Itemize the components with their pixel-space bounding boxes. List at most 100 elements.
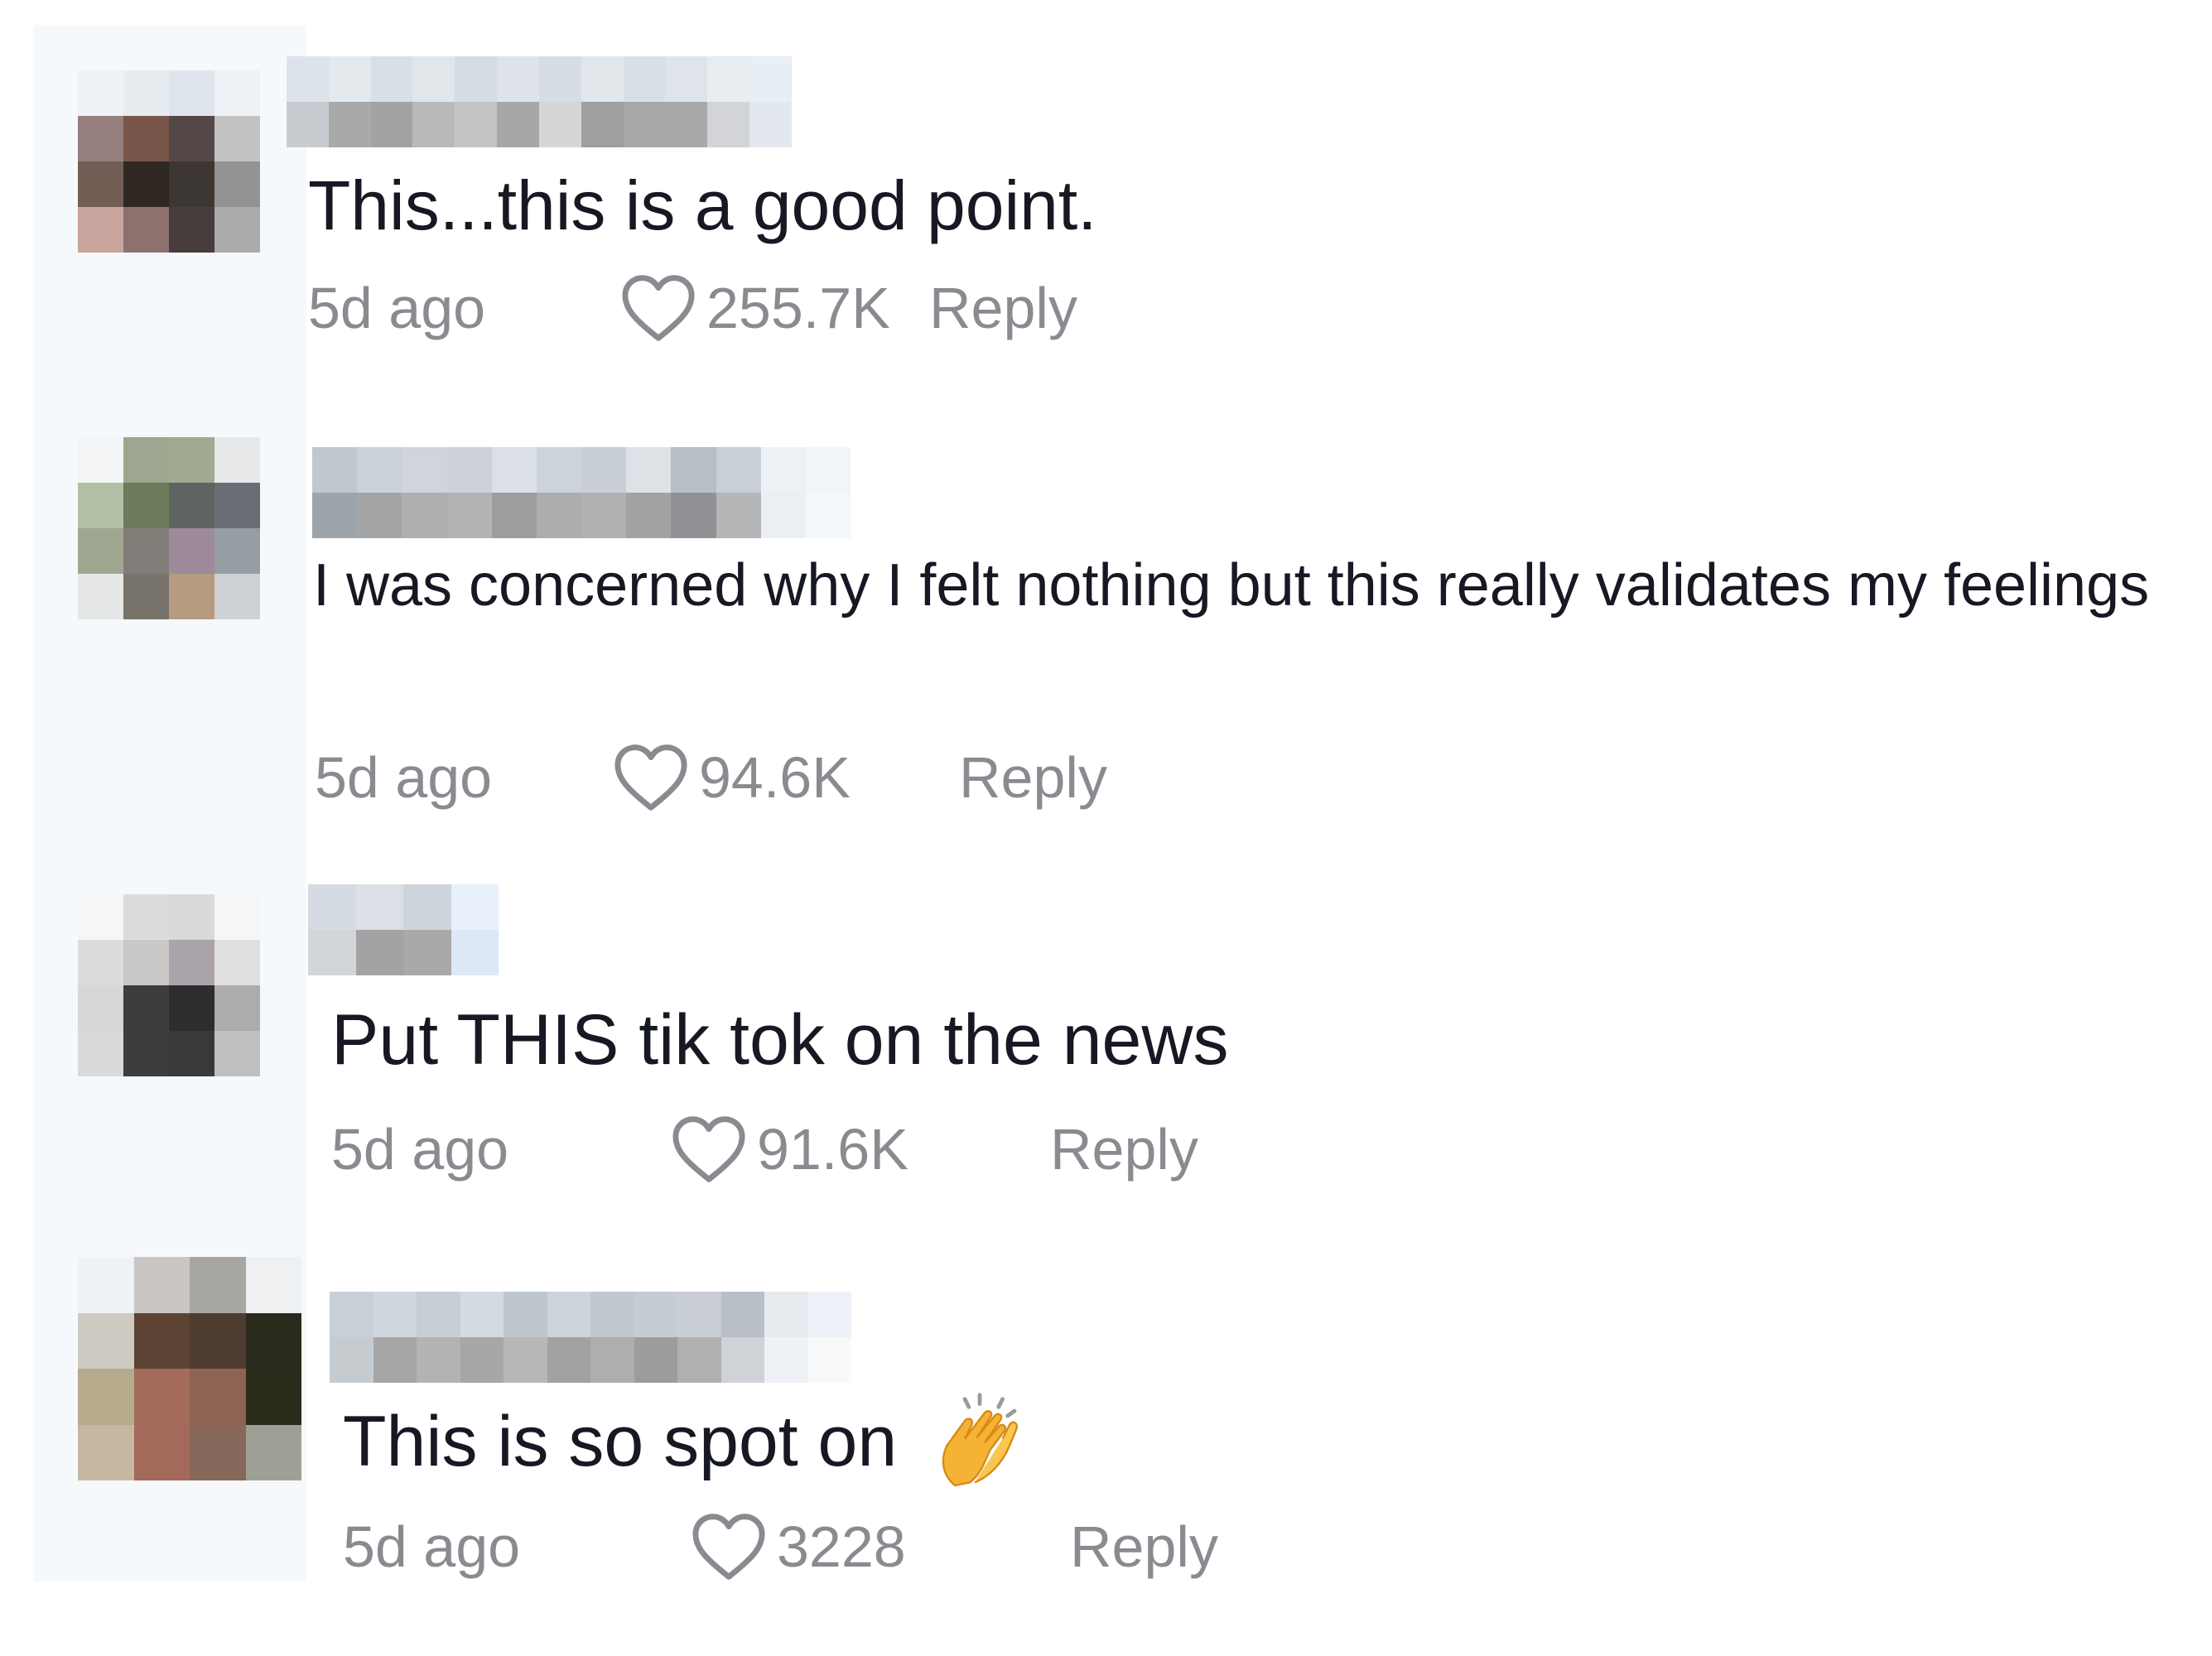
- username-pixel: [736, 930, 784, 975]
- username-pixel: [831, 884, 879, 930]
- avatar-pixel: [78, 985, 123, 1031]
- username-pixel: [499, 930, 547, 975]
- avatar-pixel: [78, 894, 123, 940]
- username-pixel: [536, 493, 581, 538]
- username-pixel: [451, 930, 499, 975]
- avatar-pixel: [214, 1031, 260, 1076]
- like-count: 3228: [777, 1514, 906, 1579]
- username-redacted[interactable]: [308, 884, 879, 975]
- username-pixel: [547, 1337, 590, 1383]
- avatar-pixel: [245, 1424, 301, 1480]
- avatar-pixel: [133, 1424, 190, 1480]
- username-pixel: [760, 493, 806, 538]
- username-redacted[interactable]: [330, 1292, 851, 1383]
- username-pixel: [671, 447, 716, 493]
- username-pixel: [402, 447, 447, 493]
- username-pixel: [805, 447, 851, 493]
- username-pixel: [446, 493, 492, 538]
- reply-button[interactable]: Reply: [1050, 1116, 1198, 1182]
- avatar-pixel: [123, 437, 169, 483]
- avatar-pixel: [78, 1424, 134, 1480]
- avatar-pixel: [169, 1031, 214, 1076]
- username-pixel: [707, 102, 750, 147]
- avatar-pixel: [78, 574, 123, 619]
- username-pixel: [594, 884, 642, 930]
- username-pixel: [749, 56, 792, 102]
- like-button[interactable]: 3228: [689, 1512, 1070, 1581]
- reply-button[interactable]: Reply: [959, 744, 1107, 811]
- avatar-pixel: [169, 483, 214, 528]
- username-pixel: [590, 1337, 634, 1383]
- timestamp: 5d ago: [343, 1514, 521, 1579]
- timestamp: 5d ago: [308, 276, 486, 340]
- username-pixel: [460, 1337, 504, 1383]
- avatar-pixel: [123, 207, 169, 253]
- avatar-pixel: [78, 940, 123, 985]
- username-pixel: [287, 102, 329, 147]
- avatar[interactable]: [78, 437, 260, 619]
- avatar-pixel: [169, 116, 214, 161]
- heart-icon[interactable]: [619, 273, 698, 343]
- heart-icon[interactable]: [611, 743, 691, 812]
- username-pixel: [634, 1292, 677, 1337]
- like-count: 94.6K: [699, 745, 851, 810]
- avatar-pixel: [214, 894, 260, 940]
- avatar-pixel: [123, 528, 169, 574]
- avatar-pixel: [123, 940, 169, 985]
- username-pixel: [446, 447, 492, 493]
- avatar-pixel: [123, 116, 169, 161]
- like-button[interactable]: 91.6K: [669, 1114, 1050, 1184]
- username-pixel: [665, 56, 708, 102]
- username-pixel: [402, 493, 447, 538]
- reply-button[interactable]: Reply: [929, 275, 1077, 341]
- like-button[interactable]: 94.6K: [611, 743, 959, 812]
- avatar-pixel: [78, 1369, 134, 1425]
- comment-meta: 5d ago 3228 Reply: [343, 1505, 1218, 1588]
- username-pixel: [720, 1292, 764, 1337]
- avatar[interactable]: [78, 1257, 301, 1480]
- username-pixel: [491, 493, 537, 538]
- username-pixel: [403, 930, 451, 975]
- username-pixel: [671, 493, 716, 538]
- username-pixel: [677, 1292, 721, 1337]
- avatar[interactable]: [78, 70, 260, 253]
- username-pixel: [328, 102, 371, 147]
- username-pixel: [330, 1292, 373, 1337]
- avatar-pixel: [78, 161, 123, 207]
- avatar-pixel: [190, 1369, 246, 1425]
- comment-text-content: This is so spot on: [343, 1402, 898, 1481]
- username-pixel: [357, 447, 402, 493]
- avatar-pixel: [123, 161, 169, 207]
- avatar-pixel: [214, 70, 260, 116]
- username-pixel: [634, 1337, 677, 1383]
- username-pixel: [417, 1292, 460, 1337]
- username-pixel: [623, 102, 666, 147]
- heart-icon[interactable]: [669, 1114, 749, 1184]
- username-pixel: [807, 1292, 851, 1337]
- avatar-pixel: [214, 116, 260, 161]
- username-pixel: [546, 930, 594, 975]
- username-pixel: [497, 102, 539, 147]
- avatar-pixel: [123, 70, 169, 116]
- username-pixel: [373, 1292, 417, 1337]
- avatar-pixel: [78, 1031, 123, 1076]
- avatar-pixel: [123, 483, 169, 528]
- username-redacted[interactable]: [287, 56, 792, 147]
- like-button[interactable]: 255.7K: [619, 273, 929, 343]
- heart-icon[interactable]: [689, 1512, 769, 1581]
- username-pixel: [641, 884, 689, 930]
- username-pixel: [581, 493, 627, 538]
- avatar-pixel: [245, 1257, 301, 1313]
- username-redacted[interactable]: [312, 447, 851, 538]
- avatar-pixel: [78, 437, 123, 483]
- username-pixel: [491, 447, 537, 493]
- avatar[interactable]: [78, 894, 260, 1076]
- avatar-pixel: [169, 985, 214, 1031]
- username-pixel: [546, 884, 594, 930]
- avatar-pixel: [133, 1312, 190, 1369]
- clapping-hands-icon: [942, 1393, 1019, 1487]
- username-pixel: [626, 447, 672, 493]
- reply-button[interactable]: Reply: [1070, 1514, 1218, 1580]
- username-pixel: [581, 102, 624, 147]
- username-pixel: [689, 884, 737, 930]
